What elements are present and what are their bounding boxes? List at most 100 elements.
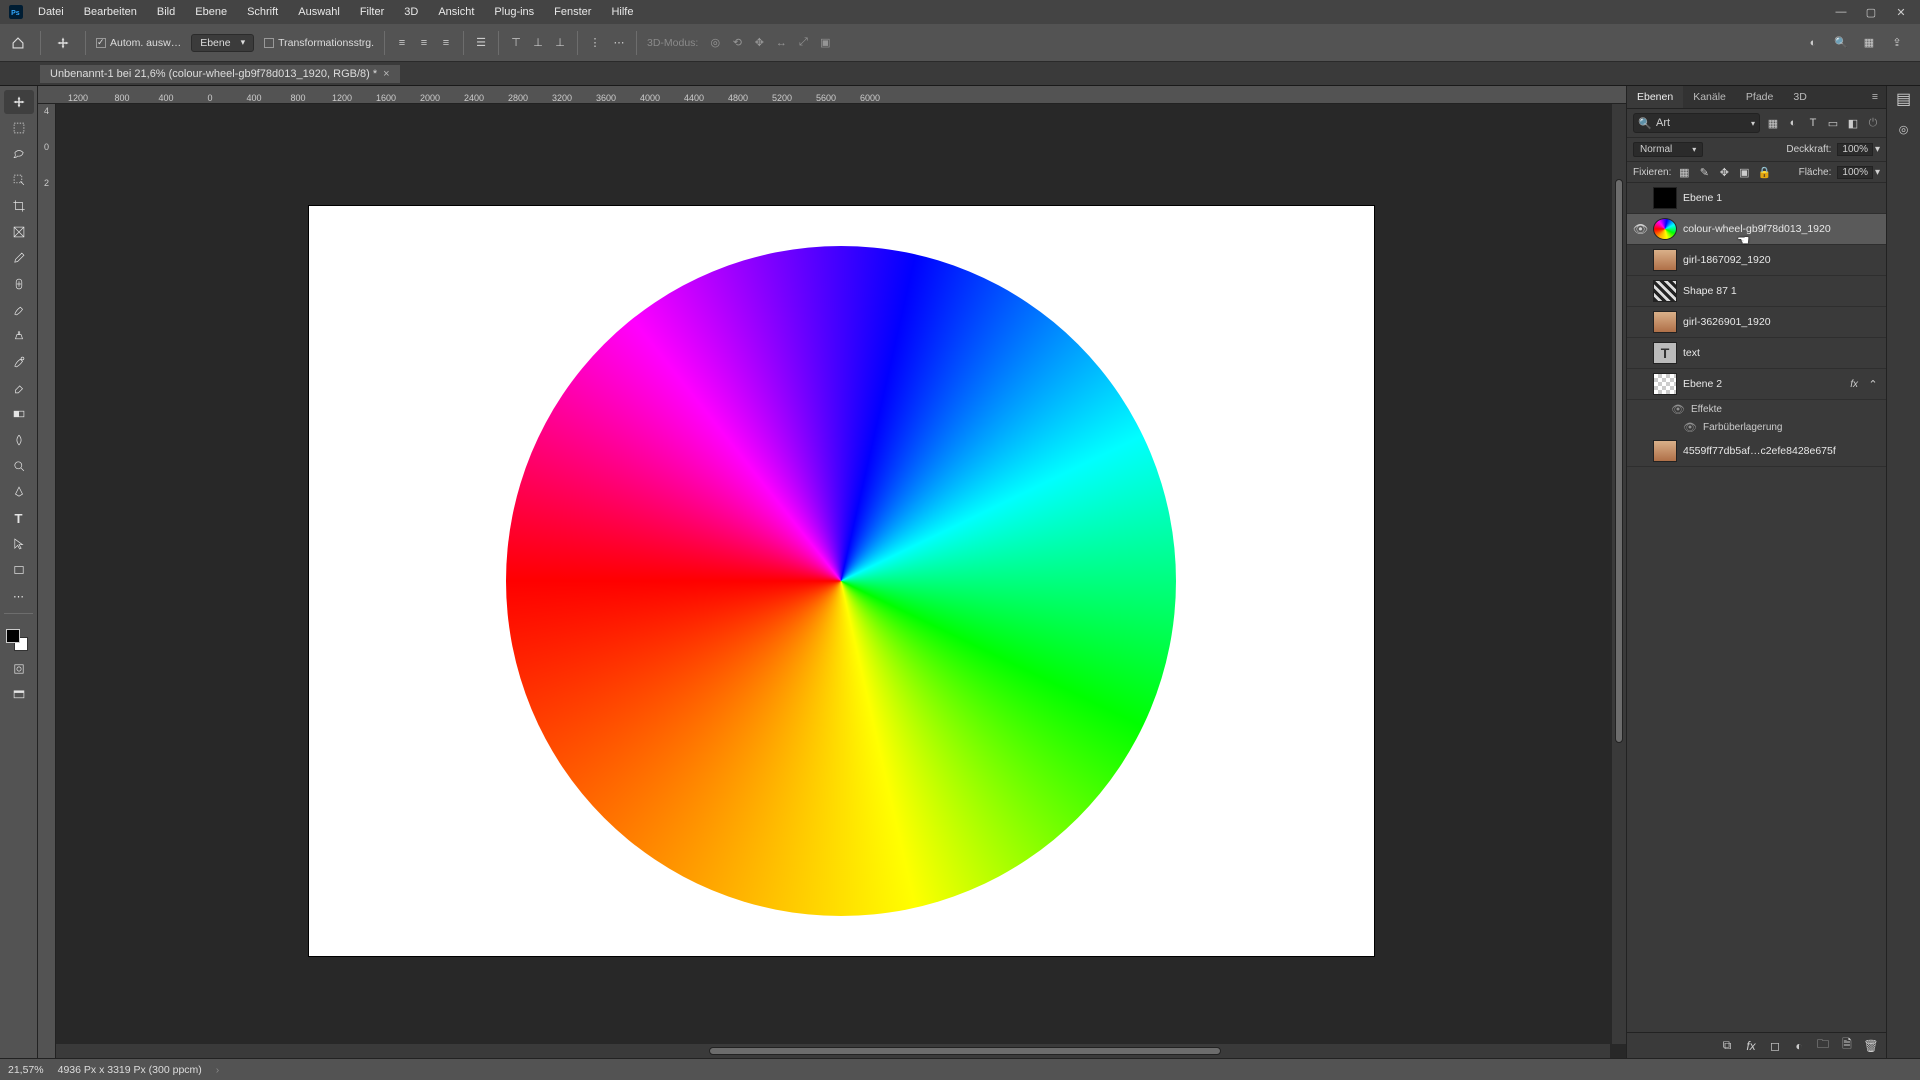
- layer-name[interactable]: text: [1683, 347, 1700, 359]
- more-options-icon[interactable]: ⋯: [612, 36, 626, 50]
- filter-pixel-icon[interactable]: ▦: [1766, 116, 1780, 130]
- menu-type[interactable]: Schrift: [237, 6, 288, 18]
- screen-mode-tool[interactable]: [4, 683, 34, 707]
- properties-icon[interactable]: ◎: [1897, 122, 1911, 136]
- transform-controls-checkbox[interactable]: Transformationsstrg.: [264, 37, 374, 49]
- fx-collapse-icon[interactable]: ⌃: [1866, 377, 1880, 391]
- distribute-v-icon[interactable]: ⋮: [588, 36, 602, 50]
- 3d-slide-icon[interactable]: ↔: [774, 36, 788, 50]
- layer-row[interactable]: Shape 87 1: [1627, 276, 1886, 307]
- 3d-rotate-icon[interactable]: ⟲: [730, 36, 744, 50]
- window-maximize-button[interactable]: ▢: [1856, 0, 1886, 24]
- lock-paint-icon[interactable]: ✎: [1697, 165, 1711, 179]
- foreground-background-swatch[interactable]: [0, 625, 37, 655]
- align-top-icon[interactable]: ⊤: [509, 36, 523, 50]
- document-tab-close-icon[interactable]: ×: [383, 68, 389, 80]
- align-center-h-icon[interactable]: ≡: [417, 36, 431, 50]
- 3d-orbit-icon[interactable]: ◎: [708, 36, 722, 50]
- status-expand-icon[interactable]: ›: [216, 1064, 220, 1076]
- history-brush-tool[interactable]: [4, 350, 34, 374]
- more-tools-icon[interactable]: ⋯: [4, 584, 34, 608]
- vertical-scrollbar[interactable]: [1612, 104, 1626, 1044]
- menu-filter[interactable]: Filter: [350, 6, 394, 18]
- layer-row[interactable]: girl-3626901_1920: [1627, 307, 1886, 338]
- menu-layer[interactable]: Ebene: [185, 6, 237, 18]
- tab-3d[interactable]: 3D: [1783, 86, 1816, 108]
- eye-icon[interactable]: 👁: [1671, 402, 1685, 416]
- layer-thumbnail[interactable]: [1653, 218, 1677, 240]
- layer-thumbnail[interactable]: [1653, 280, 1677, 302]
- layer-filter-dropdown[interactable]: 🔍 Art: [1633, 113, 1760, 133]
- effects-row[interactable]: 👁 Effekte: [1627, 400, 1886, 418]
- lock-position-icon[interactable]: ✥: [1717, 165, 1731, 179]
- visibility-toggle[interactable]: 👁: [1633, 222, 1647, 236]
- gradient-tool[interactable]: [4, 402, 34, 426]
- menu-edit[interactable]: Bearbeiten: [74, 6, 147, 18]
- document-tab[interactable]: Unbenannt-1 bei 21,6% (colour-wheel-gb9f…: [40, 65, 400, 83]
- layer-row[interactable]: 4559ff77db5af…c2efe8428e675f: [1627, 436, 1886, 467]
- align-left-icon[interactable]: ≡: [395, 36, 409, 50]
- move-tool-icon[interactable]: [51, 31, 75, 55]
- layers-stack-icon[interactable]: ▤: [1897, 92, 1911, 106]
- menu-select[interactable]: Auswahl: [288, 6, 350, 18]
- tab-channels[interactable]: Kanäle: [1683, 86, 1736, 108]
- foreground-color-swatch[interactable]: [6, 629, 20, 643]
- layer-name[interactable]: 4559ff77db5af…c2efe8428e675f: [1683, 445, 1836, 457]
- tab-layers[interactable]: Ebenen: [1627, 86, 1683, 108]
- filter-type-icon[interactable]: T: [1806, 116, 1820, 130]
- eraser-tool[interactable]: [4, 376, 34, 400]
- delete-layer-icon[interactable]: 🗑: [1864, 1039, 1878, 1053]
- effect-coloroverlay-row[interactable]: 👁 Farbüberlagerung: [1627, 418, 1886, 436]
- lock-all-icon[interactable]: 🔒: [1757, 165, 1771, 179]
- menu-help[interactable]: Hilfe: [601, 6, 643, 18]
- layer-row[interactable]: Ebene 1: [1627, 183, 1886, 214]
- layer-name[interactable]: girl-1867092_1920: [1683, 254, 1771, 266]
- window-minimize-button[interactable]: —: [1826, 0, 1856, 24]
- lock-artboard-icon[interactable]: ▣: [1737, 165, 1751, 179]
- tab-paths[interactable]: Pfade: [1736, 86, 1783, 108]
- layer-row[interactable]: T text: [1627, 338, 1886, 369]
- layer-thumbnail[interactable]: [1653, 187, 1677, 209]
- filter-toggle-icon[interactable]: ⏻: [1866, 116, 1880, 130]
- layer-row[interactable]: 👁 colour-wheel-gb9f78d013_1920: [1627, 214, 1886, 245]
- home-button[interactable]: [6, 31, 30, 55]
- object-selection-tool[interactable]: [4, 168, 34, 192]
- 3d-pan-icon[interactable]: ✥: [752, 36, 766, 50]
- rectangular-marquee-tool[interactable]: [4, 116, 34, 140]
- dodge-tool[interactable]: [4, 454, 34, 478]
- zoom-value[interactable]: 21,57%: [8, 1064, 44, 1076]
- quick-mask-tool[interactable]: [4, 657, 34, 681]
- scrollbar-thumb[interactable]: [709, 1047, 1222, 1055]
- filter-smart-icon[interactable]: ◧: [1846, 116, 1860, 130]
- opacity-field[interactable]: 100% ▾: [1837, 143, 1880, 156]
- lasso-tool[interactable]: [4, 142, 34, 166]
- layer-row[interactable]: Ebene 2 fx ⌃: [1627, 369, 1886, 400]
- align-right-icon[interactable]: ≡: [439, 36, 453, 50]
- viewport[interactable]: [56, 104, 1626, 1058]
- layer-name[interactable]: Shape 87 1: [1683, 285, 1737, 297]
- menu-plugins[interactable]: Plug-ins: [484, 6, 544, 18]
- document-dimensions[interactable]: 4936 Px x 3319 Px (300 ppcm): [58, 1064, 202, 1076]
- layers-list[interactable]: Ebene 1 👁 colour-wheel-gb9f78d013_1920 g…: [1627, 183, 1886, 1032]
- menu-3d[interactable]: 3D: [394, 6, 428, 18]
- menu-file[interactable]: Datei: [28, 6, 74, 18]
- new-layer-icon[interactable]: 🗎: [1840, 1039, 1854, 1053]
- group-layers-icon[interactable]: 🗀: [1816, 1039, 1830, 1053]
- align-center-v-icon[interactable]: ⊥: [531, 36, 545, 50]
- align-bottom-icon[interactable]: ⊥: [553, 36, 567, 50]
- layer-name[interactable]: Ebene 2: [1683, 378, 1722, 390]
- menu-view[interactable]: Ansicht: [428, 6, 484, 18]
- layer-thumbnail[interactable]: [1653, 440, 1677, 462]
- ruler-horizontal[interactable]: 1200 800 400 0 400 800 1200 1600 2000 24…: [38, 86, 1626, 104]
- menu-image[interactable]: Bild: [147, 6, 185, 18]
- filter-adjust-icon[interactable]: ◐: [1786, 116, 1800, 130]
- lock-pixels-icon[interactable]: ▦: [1677, 165, 1691, 179]
- blur-tool[interactable]: [4, 428, 34, 452]
- layer-mask-icon[interactable]: ◻: [1768, 1039, 1782, 1053]
- layer-thumbnail[interactable]: [1653, 373, 1677, 395]
- fx-indicator[interactable]: fx: [1850, 379, 1860, 390]
- type-layer-icon[interactable]: T: [1653, 342, 1677, 364]
- layer-thumbnail[interactable]: [1653, 249, 1677, 271]
- cloud-docs-icon[interactable]: ◐: [1806, 36, 1820, 50]
- layer-style-icon[interactable]: fx: [1744, 1039, 1758, 1053]
